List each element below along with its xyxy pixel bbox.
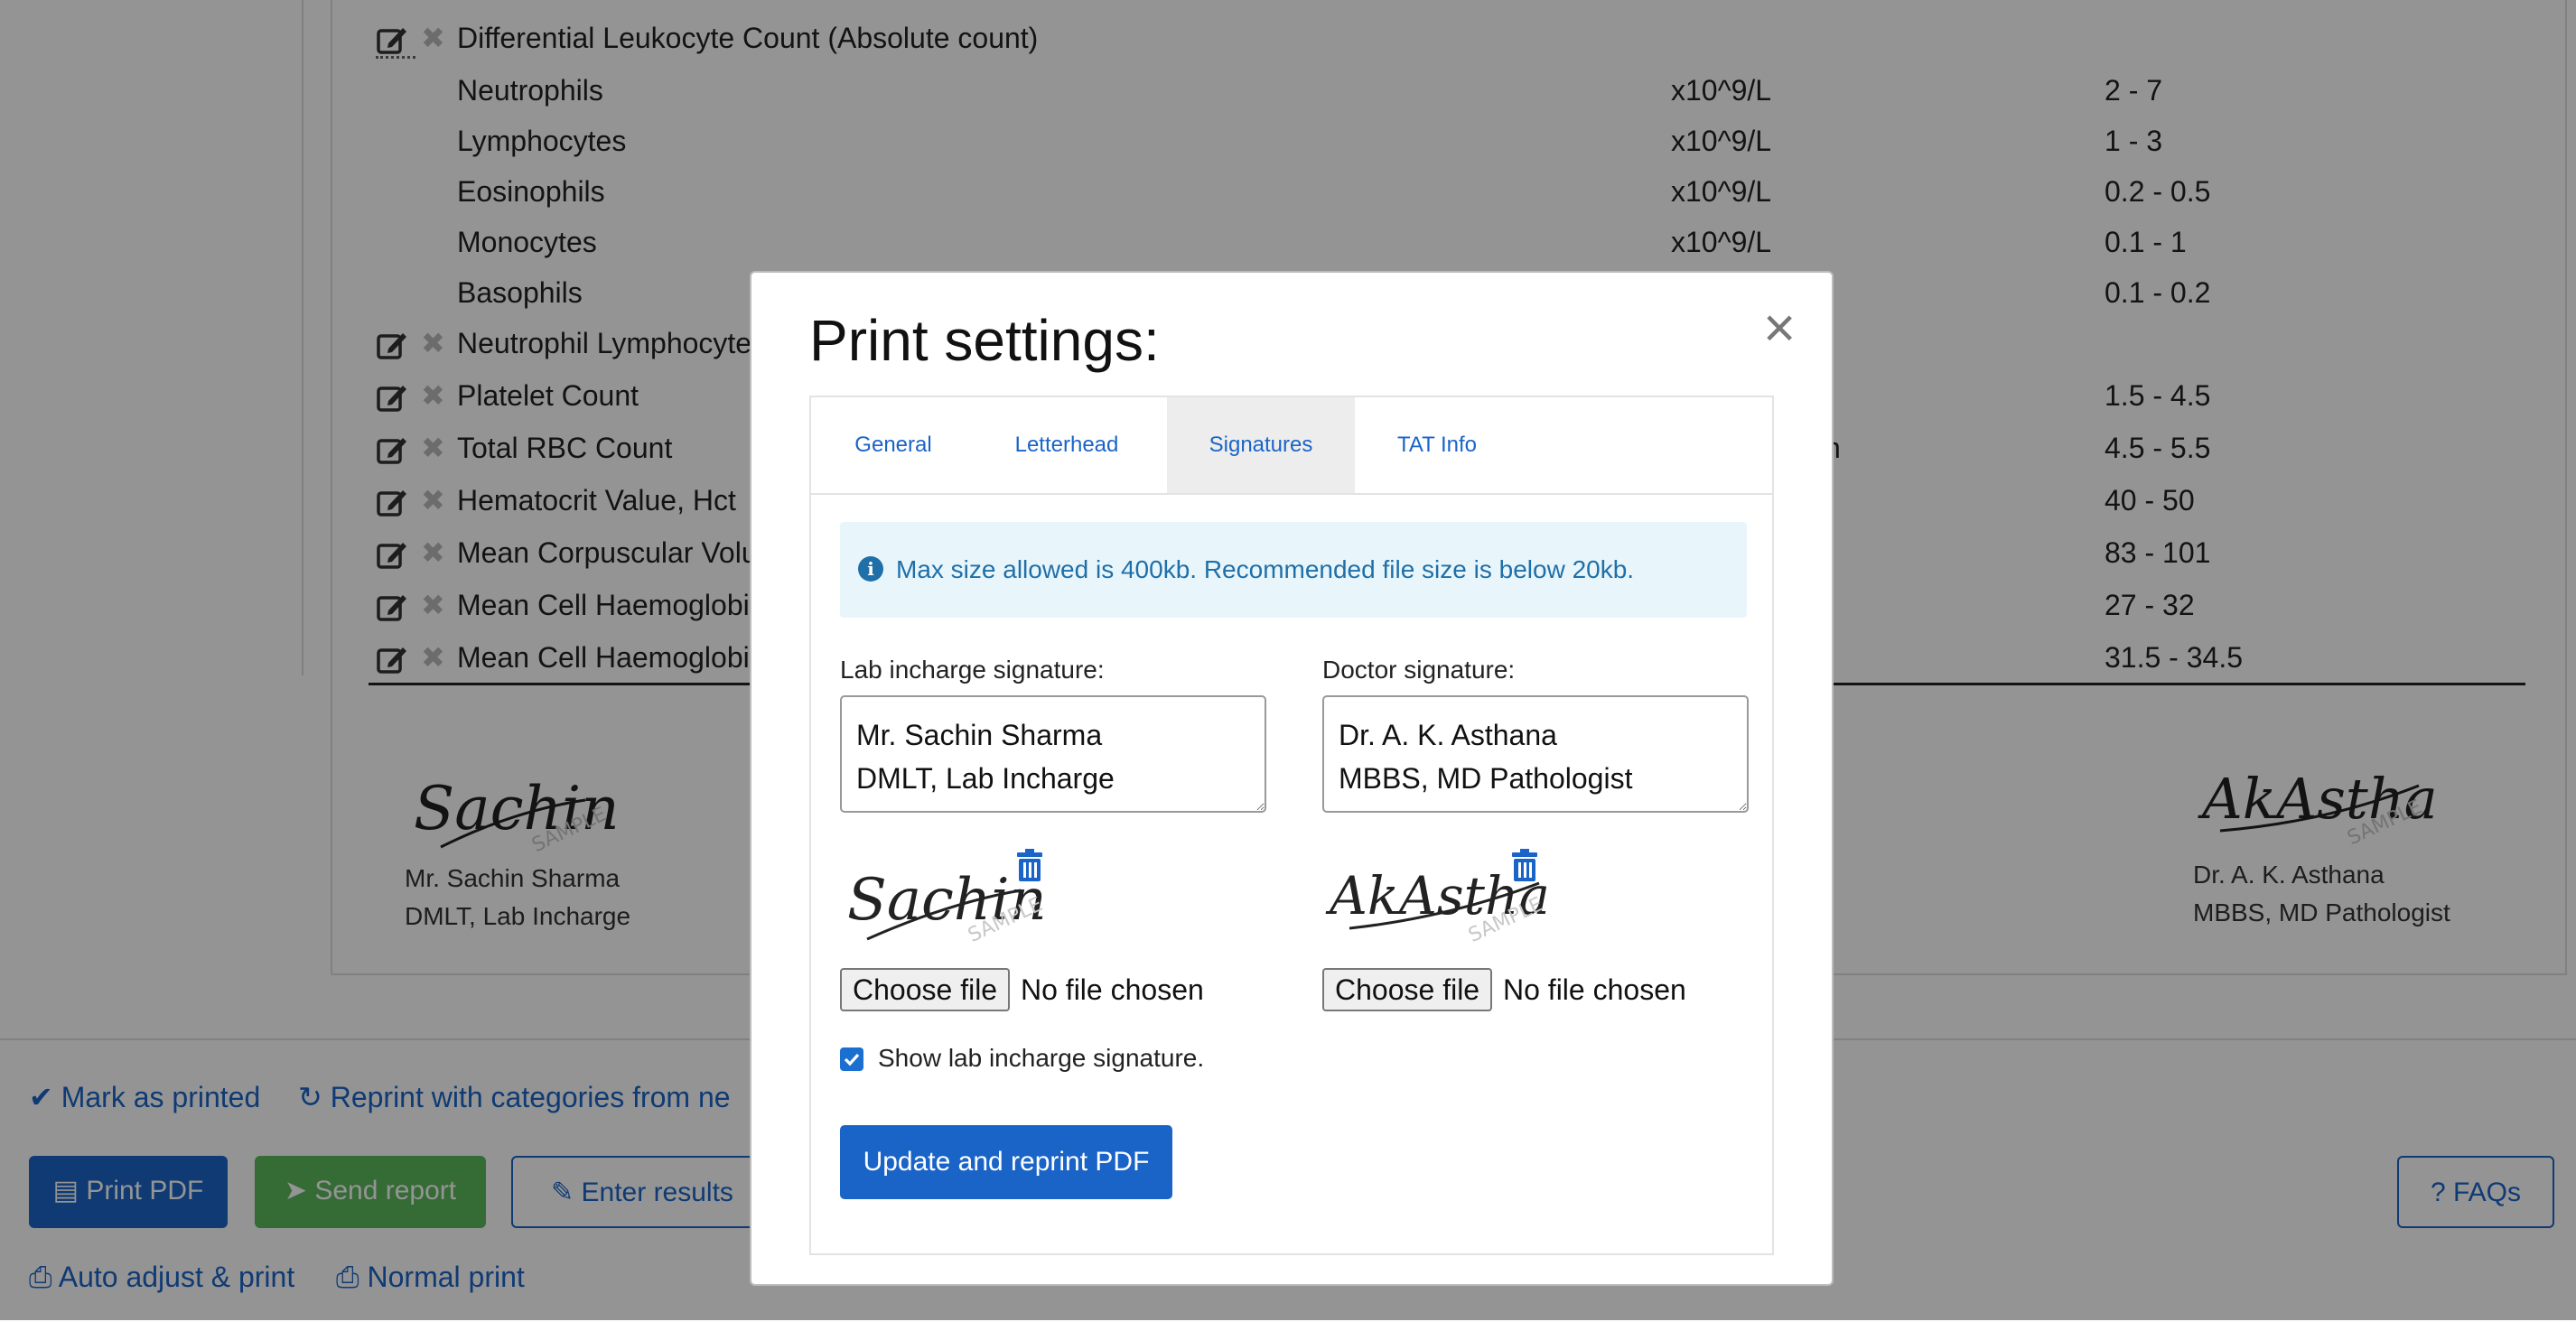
doctor-signature-label: Doctor signature: xyxy=(1322,656,1516,684)
info-icon: i xyxy=(858,556,883,582)
doctor-choose-file-button[interactable]: Choose file xyxy=(1322,968,1493,1011)
tab-general[interactable]: General xyxy=(811,397,975,493)
info-text: Max size allowed is 400kb. Recommended f… xyxy=(896,555,1635,583)
update-reprint-button[interactable]: Update and reprint PDF xyxy=(840,1125,1172,1199)
tab-bar: General Letterhead Signatures TAT Info xyxy=(811,397,1772,495)
tab-tat-info[interactable]: TAT Info xyxy=(1355,397,1519,493)
lab-choose-file-button[interactable]: Choose file xyxy=(840,968,1011,1011)
info-alert: i Max size allowed is 400kb. Recommended… xyxy=(840,522,1747,618)
doctor-no-file-text: No file chosen xyxy=(1503,973,1686,1006)
delete-doctor-signature-icon[interactable] xyxy=(1510,849,1539,881)
show-lab-signature-label[interactable]: Show lab incharge signature. xyxy=(878,1044,1204,1073)
modal-title: Print settings: xyxy=(809,308,1160,373)
close-icon[interactable]: × xyxy=(1763,296,1796,360)
lab-no-file-text: No file chosen xyxy=(1021,973,1204,1006)
settings-tab-panel: General Letterhead Signatures TAT Info i… xyxy=(809,396,1774,1255)
delete-lab-signature-icon[interactable] xyxy=(1015,849,1044,881)
lab-signature-textarea[interactable]: Mr. Sachin Sharma DMLT, Lab Incharge xyxy=(840,695,1266,813)
print-settings-modal: Print settings: × General Letterhead Sig… xyxy=(750,271,1834,1286)
lab-signature-label: Lab incharge signature: xyxy=(840,656,1105,684)
checkmark-icon xyxy=(844,1053,860,1066)
doctor-signature-textarea[interactable]: Dr. A. K. Asthana MBBS, MD Pathologist xyxy=(1322,695,1749,813)
show-lab-signature-checkbox[interactable] xyxy=(840,1047,863,1071)
tab-signatures[interactable]: Signatures xyxy=(1167,397,1355,493)
tab-letterhead[interactable]: Letterhead xyxy=(975,397,1158,493)
